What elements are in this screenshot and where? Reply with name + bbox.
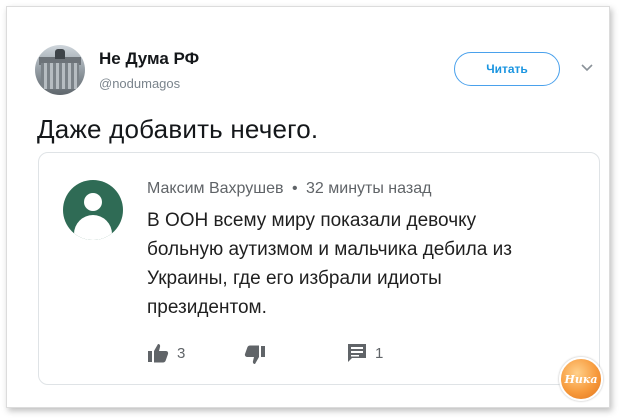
thumbs-up-icon[interactable]	[147, 343, 169, 363]
chevron-down-icon[interactable]	[580, 61, 594, 75]
comment-icon[interactable]	[347, 343, 367, 363]
thumbs-down-icon[interactable]	[244, 345, 266, 365]
tweet-card: Не Дума РФ @nodumagos Читать Даже добави…	[6, 6, 610, 408]
account-name[interactable]: Не Дума РФ	[99, 49, 199, 69]
dislike-action[interactable]	[244, 345, 266, 365]
like-count: 3	[177, 344, 186, 362]
avatar-shoulders	[74, 215, 112, 240]
avatar-statue	[55, 49, 65, 59]
avatar-building	[41, 63, 79, 89]
quoted-comment-card[interactable]: Максим Вахрушев • 32 минуты назад В ООН …	[38, 152, 600, 385]
like-action[interactable]: 3	[147, 343, 185, 363]
comment-time: 32 минуты назад	[306, 180, 432, 197]
account-handle[interactable]: @nodumagos	[99, 76, 180, 91]
watermark-text: Ника	[564, 372, 598, 386]
comment-text: В ООН всему миру показали девочку больну…	[147, 210, 512, 318]
comment-author: Максим Вахрушев	[147, 180, 284, 197]
tweet-text: Даже добавить нечего.	[37, 114, 319, 144]
follow-button[interactable]: Читать	[454, 52, 560, 86]
avatar-head	[84, 193, 102, 211]
meta-separator: •	[291, 180, 298, 197]
commenter-avatar	[63, 180, 123, 240]
comment-meta: Максим Вахрушев • 32 минуты назад	[147, 180, 431, 198]
account-avatar[interactable]	[35, 45, 85, 95]
reply-action[interactable]: 1	[347, 343, 383, 363]
watermark-logo: Ника	[559, 357, 603, 401]
reply-count: 1	[375, 344, 384, 362]
